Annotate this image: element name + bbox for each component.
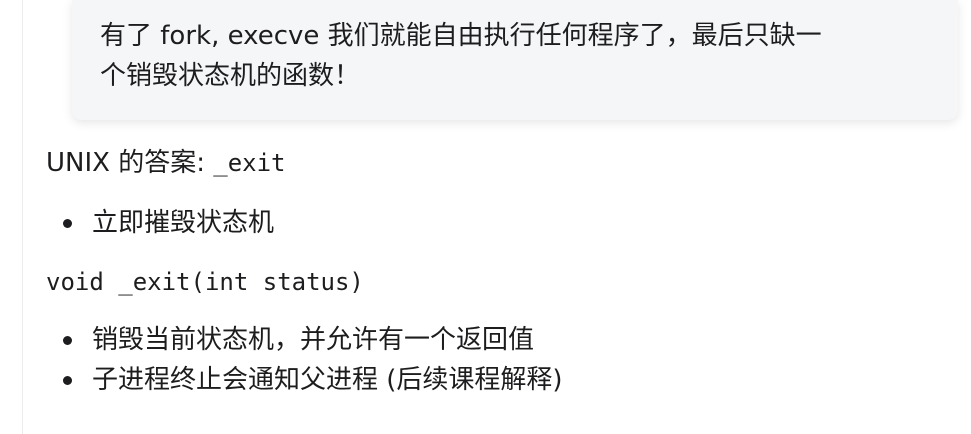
answer-heading: UNIX 的答案: _exit [46,143,286,183]
bullet-list-first: 立即摧毁状态机 [60,203,274,243]
callout-text-line-1: 有了 fork, execve 我们就能自由执行任何程序了，最后只缺一 [100,21,822,51]
list-item-text: 销毁当前状态机，并允许有一个返回值 [92,325,535,355]
list-item-text: 子进程终止会通知父进程 (后续课程解释) [92,365,563,395]
answer-code: _exit [213,149,286,177]
callout-text: 有了 fork, execve 我们就能自由执行任何程序了，最后只缺一 个销毁状态… [100,16,934,96]
answer-prefix: UNIX 的答案: [46,148,214,178]
callout-text-line-2: 个销毁状态机的函数！ [100,61,361,91]
bullet-dot [63,219,72,228]
code-signature: void _exit(int status) [46,268,364,296]
question-callout: 有了 fork, execve 我们就能自由执行任何程序了，最后只缺一 个销毁状态… [72,0,958,120]
list-item: 立即摧毁状态机 [60,203,274,243]
bullet-dot [63,376,72,385]
list-item: 子进程终止会通知父进程 (后续课程解释) [60,360,563,400]
bullet-list-second: 销毁当前状态机，并允许有一个返回值 子进程终止会通知父进程 (后续课程解释) [60,320,563,400]
bullet-dot [63,336,72,345]
list-item: 销毁当前状态机，并允许有一个返回值 [60,320,563,360]
left-margin-rule [22,0,23,434]
list-item-text: 立即摧毁状态机 [92,208,275,238]
